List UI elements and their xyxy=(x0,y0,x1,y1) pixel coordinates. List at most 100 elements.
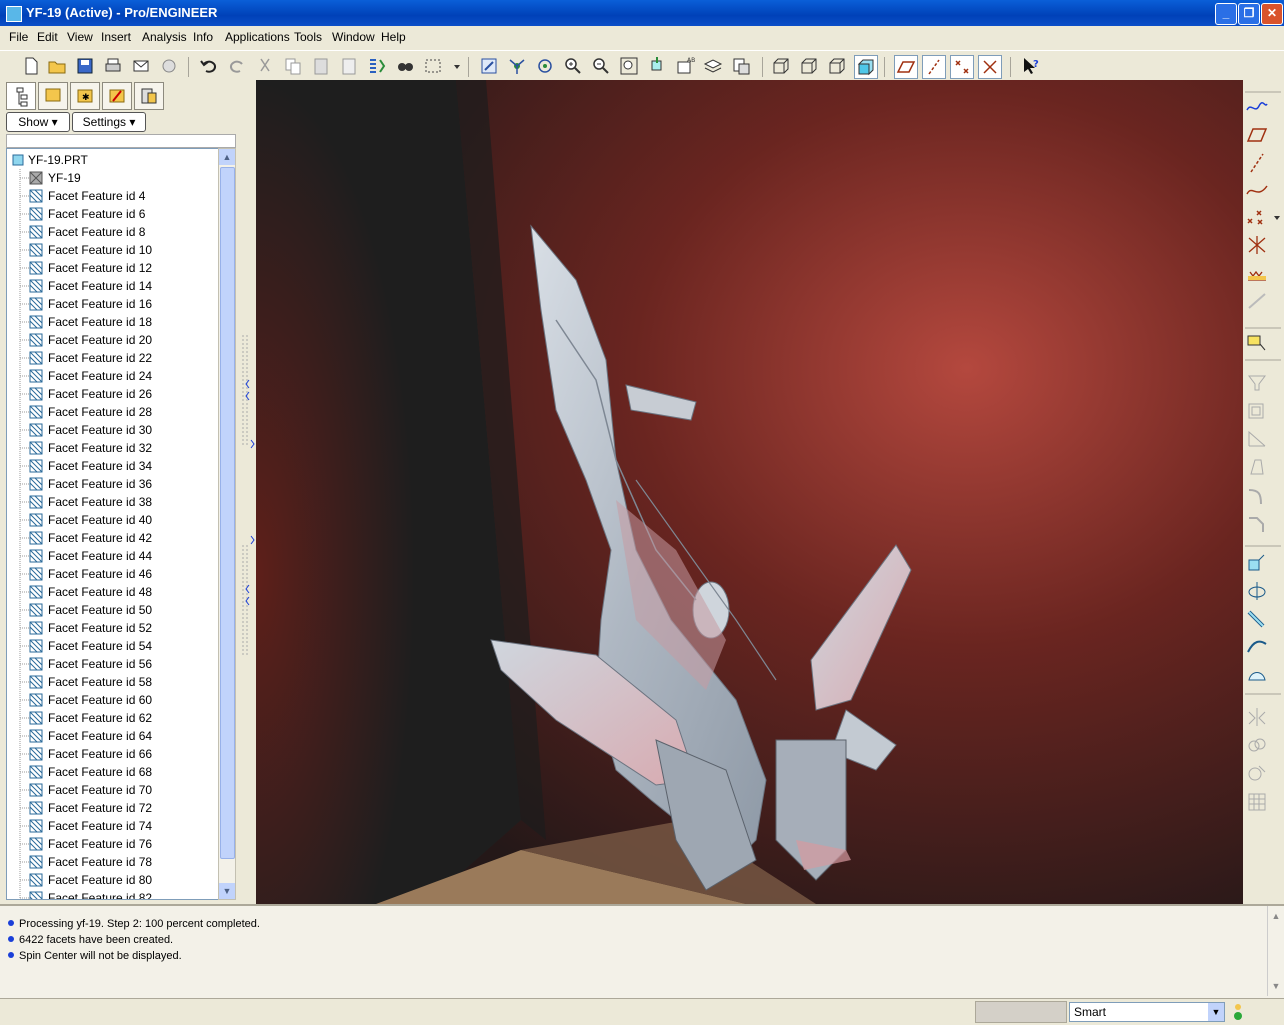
tree-item[interactable]: Facet Feature id 24 xyxy=(7,367,219,385)
datum-curve-tool-icon[interactable] xyxy=(1245,178,1269,200)
scroll-down-icon[interactable]: ▼ xyxy=(1268,978,1284,994)
tree-item[interactable]: Facet Feature id 44 xyxy=(7,547,219,565)
tree-item[interactable]: YF-19 xyxy=(7,169,219,187)
graphics-viewport[interactable] xyxy=(256,80,1243,904)
repaint-icon[interactable] xyxy=(478,55,500,77)
menu-insert[interactable]: Insert xyxy=(101,30,131,44)
cut-icon[interactable] xyxy=(254,55,276,77)
email-icon[interactable] xyxy=(130,55,152,77)
tree-item[interactable]: Facet Feature id 74 xyxy=(7,817,219,835)
tree-item[interactable]: Facet Feature id 26 xyxy=(7,385,219,403)
tree-item[interactable]: Facet Feature id 68 xyxy=(7,763,219,781)
settings-dropdown[interactable]: Settings ▾ xyxy=(72,112,146,132)
menu-window[interactable]: Window xyxy=(332,30,375,44)
tree-item[interactable]: Facet Feature id 52 xyxy=(7,619,219,637)
tree-item[interactable]: Facet Feature id 48 xyxy=(7,583,219,601)
tree-item[interactable]: Facet Feature id 54 xyxy=(7,637,219,655)
boundary-tool-icon[interactable] xyxy=(1245,664,1269,686)
menu-analysis[interactable]: Analysis xyxy=(142,30,187,44)
tab-connections[interactable] xyxy=(134,82,164,110)
csys-tool-icon[interactable] xyxy=(1245,234,1269,256)
message-scrollbar[interactable]: ▲ ▼ xyxy=(1267,906,1284,996)
wireframe-icon[interactable] xyxy=(770,55,792,77)
find-icon[interactable] xyxy=(394,55,416,77)
tab-model-tree[interactable] xyxy=(6,82,36,110)
tab-folder-browser[interactable] xyxy=(38,82,68,110)
show-dropdown[interactable]: Show ▾ xyxy=(6,112,70,132)
tree-item[interactable]: Facet Feature id 38 xyxy=(7,493,219,511)
panel-splitter[interactable] xyxy=(240,80,256,904)
spin-center-icon[interactable] xyxy=(506,55,528,77)
tree-item[interactable]: Facet Feature id 12 xyxy=(7,259,219,277)
blend-tool-icon[interactable] xyxy=(1245,636,1269,658)
maximize-button[interactable]: ❐ xyxy=(1238,3,1260,25)
tree-item[interactable]: Facet Feature id 34 xyxy=(7,457,219,475)
orient-mode-icon[interactable] xyxy=(534,55,556,77)
tree-item[interactable]: Facet Feature id 62 xyxy=(7,709,219,727)
tree-item[interactable]: Facet Feature id 20 xyxy=(7,331,219,349)
tree-item[interactable]: Facet Feature id 14 xyxy=(7,277,219,295)
tree-scrollbar[interactable]: ▲ ▼ xyxy=(218,148,236,900)
scroll-thumb[interactable] xyxy=(220,167,235,859)
tree-item[interactable]: Facet Feature id 42 xyxy=(7,529,219,547)
tree-item[interactable]: Facet Feature id 16 xyxy=(7,295,219,313)
analysis-tool-icon[interactable] xyxy=(1245,262,1269,284)
tree-item[interactable]: Facet Feature id 66 xyxy=(7,745,219,763)
menu-help[interactable]: Help xyxy=(381,30,406,44)
revolve-tool-icon[interactable] xyxy=(1245,580,1269,602)
tree-item[interactable]: Facet Feature id 58 xyxy=(7,673,219,691)
tree-root[interactable]: YF-19.PRT xyxy=(7,151,219,169)
tree-item[interactable]: Facet Feature id 18 xyxy=(7,313,219,331)
redo-icon[interactable] xyxy=(226,55,248,77)
tree-item[interactable]: Facet Feature id 82 xyxy=(7,889,219,899)
tree-item[interactable]: Facet Feature id 78 xyxy=(7,853,219,871)
refit-icon[interactable] xyxy=(618,55,640,77)
saved-views-icon[interactable]: AB xyxy=(674,55,696,77)
tree-item[interactable]: Facet Feature id 50 xyxy=(7,601,219,619)
menu-edit[interactable]: Edit xyxy=(37,30,58,44)
tree-item[interactable]: Facet Feature id 70 xyxy=(7,781,219,799)
tree-item[interactable]: Facet Feature id 8 xyxy=(7,223,219,241)
open-folder-icon[interactable] xyxy=(46,55,68,77)
selection-box-icon[interactable] xyxy=(422,55,444,77)
tree-filter-input[interactable] xyxy=(6,134,236,148)
new-file-icon[interactable] xyxy=(20,55,42,77)
tree-item[interactable]: Facet Feature id 46 xyxy=(7,565,219,583)
no-hidden-icon[interactable] xyxy=(826,55,848,77)
tree-item[interactable]: Facet Feature id 56 xyxy=(7,655,219,673)
datum-axis-tool-icon[interactable] xyxy=(1245,152,1269,174)
hidden-line-icon[interactable] xyxy=(798,55,820,77)
chevron-down-icon[interactable]: ▼ xyxy=(1208,1003,1224,1021)
layers-icon[interactable] xyxy=(702,55,724,77)
tree-item[interactable]: Facet Feature id 30 xyxy=(7,421,219,439)
tree-item[interactable]: Facet Feature id 60 xyxy=(7,691,219,709)
menu-info[interactable]: Info xyxy=(193,30,213,44)
tab-history[interactable] xyxy=(102,82,132,110)
shading-icon[interactable] xyxy=(854,55,878,79)
zoom-in-icon[interactable] xyxy=(562,55,584,77)
scroll-down-icon[interactable]: ▼ xyxy=(219,883,235,899)
tree-item[interactable]: Facet Feature id 4 xyxy=(7,187,219,205)
datum-planes-icon[interactable] xyxy=(894,55,918,79)
tree-item[interactable]: Facet Feature id 28 xyxy=(7,403,219,421)
context-help-icon[interactable]: ? xyxy=(1020,55,1042,77)
scroll-up-icon[interactable]: ▲ xyxy=(1268,908,1284,924)
close-button[interactable]: ✕ xyxy=(1261,3,1283,25)
tree-item[interactable]: Facet Feature id 40 xyxy=(7,511,219,529)
extrude-tool-icon[interactable] xyxy=(1245,552,1269,574)
coordinate-systems-icon[interactable] xyxy=(978,55,1002,79)
sweep-tool-icon[interactable] xyxy=(1245,608,1269,630)
view-manager-icon[interactable] xyxy=(730,55,752,77)
paste-icon[interactable] xyxy=(310,55,332,77)
reorient-icon[interactable] xyxy=(646,55,668,77)
zoom-out-icon[interactable] xyxy=(590,55,612,77)
tree-item[interactable]: Facet Feature id 76 xyxy=(7,835,219,853)
regenerate-icon[interactable] xyxy=(366,55,388,77)
menu-file[interactable]: File xyxy=(9,30,28,44)
minimize-button[interactable]: _ xyxy=(1215,3,1237,25)
copy-icon[interactable] xyxy=(282,55,304,77)
menu-tools[interactable]: Tools xyxy=(294,30,322,44)
tree-item[interactable]: Facet Feature id 6 xyxy=(7,205,219,223)
paste-special-icon[interactable] xyxy=(338,55,360,77)
tree-item[interactable]: Facet Feature id 10 xyxy=(7,241,219,259)
